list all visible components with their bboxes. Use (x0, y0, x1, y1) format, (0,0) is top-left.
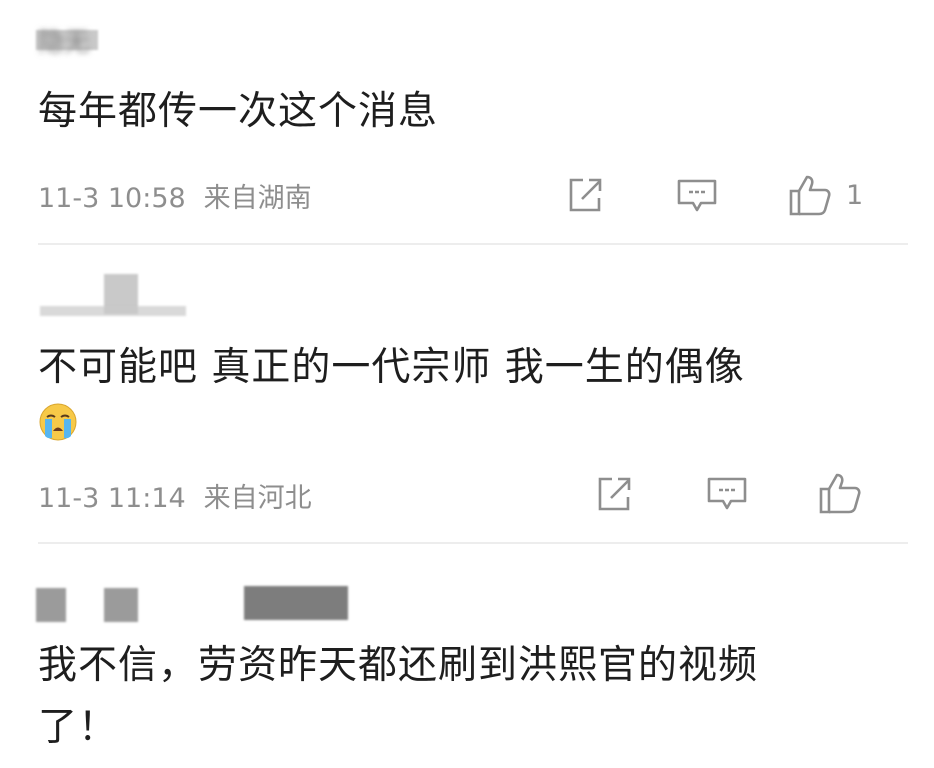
comment-time: 11-3 11:14 (38, 483, 186, 514)
comment-meta: 11-3 10:58 来自湖南 (38, 176, 312, 215)
comment-icon (677, 179, 717, 212)
thumbs-up-icon (819, 473, 861, 514)
comment-item: 隐无 每年都传一次这个消息 11-3 10:58 来自湖南 1 (0, 0, 934, 246)
comment-time: 11-3 10:58 (38, 183, 186, 214)
comment-button[interactable] (676, 175, 718, 217)
share-icon (598, 477, 631, 511)
share-icon (569, 178, 602, 212)
username-mosaic (244, 586, 348, 620)
share-button[interactable] (565, 175, 605, 215)
crying-face-icon (39, 403, 77, 441)
comment-location: 来自湖南 (203, 183, 312, 214)
comment-item: 不可能吧 真正的一代宗师 我一生的偶像 11-3 11:14 来自河北 (0, 246, 934, 546)
username-mosaic (40, 306, 186, 316)
comment-text-continued: 了！ (38, 705, 119, 750)
comment-text: 每年都传一次这个消息 (38, 89, 439, 134)
username-mosaic (104, 588, 138, 622)
comment-button[interactable] (706, 473, 748, 515)
comment-icon (707, 477, 747, 510)
comment-text: 不可能吧 真正的一代宗师 我一生的偶像 (38, 345, 745, 390)
username[interactable]: 隐无 (38, 22, 90, 59)
divider (38, 243, 908, 245)
comment-location: 来自河北 (203, 483, 312, 514)
thumbs-up-icon (789, 175, 831, 216)
divider (38, 542, 908, 544)
like-button[interactable] (818, 471, 862, 515)
username-mosaic (36, 588, 66, 622)
comment-meta: 11-3 11:14 来自河北 (38, 476, 312, 515)
like-count: 1 (846, 179, 864, 211)
like-button[interactable]: 1 (788, 173, 863, 217)
share-button[interactable] (594, 474, 634, 514)
comment-item: 我不信，劳资昨天都还刷到洪熙官的视频 了！ (0, 546, 934, 768)
comment-text: 我不信，劳资昨天都还刷到洪熙官的视频 (38, 643, 759, 688)
